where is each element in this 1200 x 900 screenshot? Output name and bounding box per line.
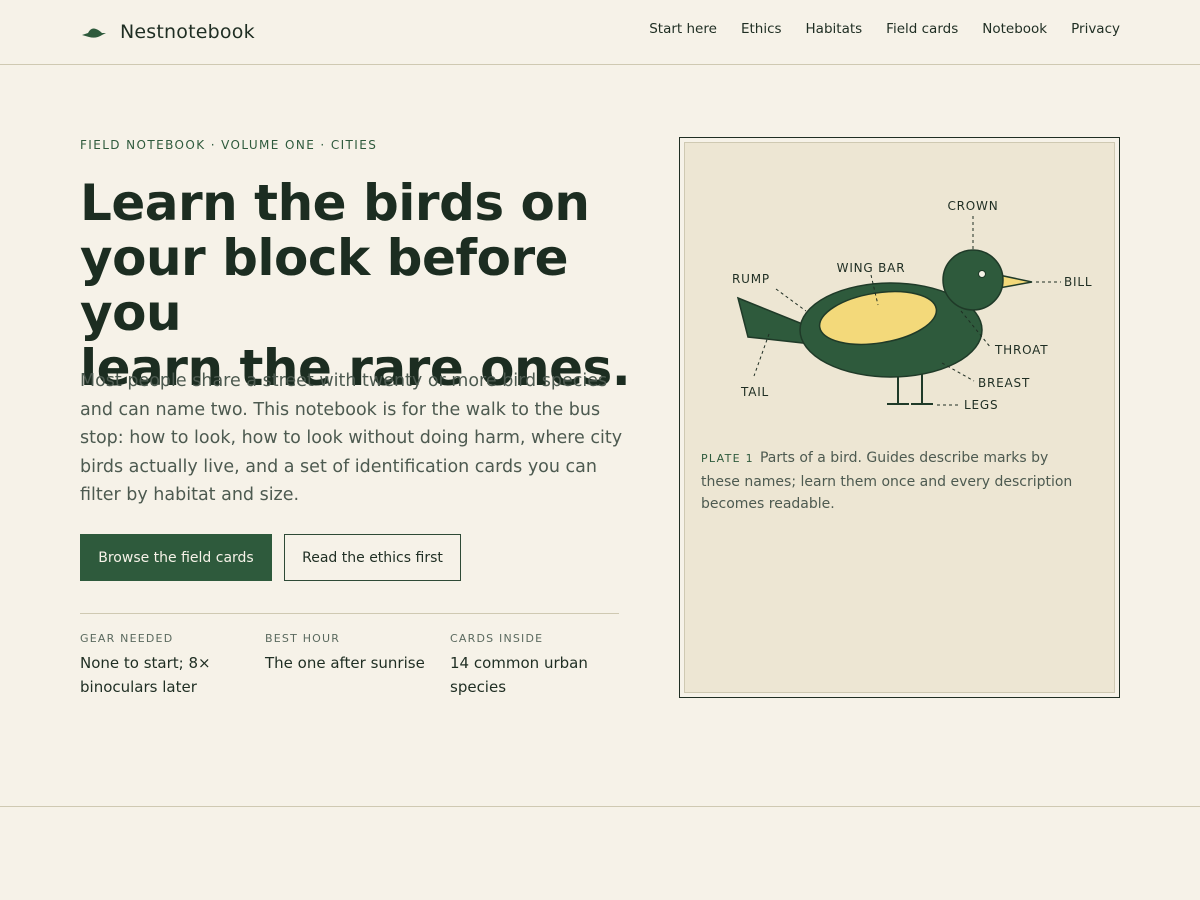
nav-item-habitats[interactable]: Habitats <box>806 21 863 37</box>
read-ethics-button[interactable]: Read the ethics first <box>284 534 461 581</box>
site-header: Nestnotebook Start here Ethics Habitats … <box>0 0 1200 65</box>
stat-label: CARDS INSIDE <box>450 632 544 645</box>
stat-value: 14 common urban species <box>450 654 588 696</box>
label-rump: RUMP <box>732 272 770 286</box>
footer-divider <box>0 806 1200 807</box>
nav-item-privacy[interactable]: Privacy <box>1071 21 1120 37</box>
plate-panel: CROWN WING BAR RUMP BILL THROAT BREAST L… <box>684 142 1115 693</box>
brand-logo[interactable]: Nestnotebook <box>80 19 255 45</box>
label-bill: BILL <box>1064 275 1092 289</box>
stat-best-hour: BEST HOUR The one after sunrise <box>265 632 435 675</box>
plate-caption: PLATE 1 Parts of a bird. Guides describe … <box>701 447 1091 516</box>
nav-item-field-cards[interactable]: Field cards <box>886 21 958 37</box>
label-breast: BREAST <box>978 376 1030 390</box>
bird-eye-shape <box>978 270 986 278</box>
stat-gear-needed: GEAR NEEDED None to start; 8× binoculars… <box>80 632 250 699</box>
label-tail: TAIL <box>740 385 769 399</box>
bird-plate: CROWN WING BAR RUMP BILL THROAT BREAST L… <box>679 137 1120 698</box>
plate-number: PLATE 1 <box>701 452 754 465</box>
label-wing-bar: WING BAR <box>837 261 906 275</box>
bird-bill-shape <box>998 274 1033 289</box>
nav-item-ethics[interactable]: Ethics <box>741 21 782 37</box>
label-throat: THROAT <box>994 343 1048 357</box>
label-crown: CROWN <box>947 199 998 213</box>
stat-label: GEAR NEEDED <box>80 632 174 645</box>
stat-cards-inside: CARDS INSIDE 14 common urban species <box>450 632 620 699</box>
headline-line: your block before you <box>80 229 569 342</box>
stat-value: The one after sunrise <box>265 654 425 672</box>
bird-logo-icon <box>82 28 106 38</box>
main-nav: Start here Ethics Habitats Field cards N… <box>649 21 1120 37</box>
plate-caption-text: Parts of a bird. Guides describe marks b… <box>701 450 1073 512</box>
browse-field-cards-button[interactable]: Browse the field cards <box>80 534 272 581</box>
lead-paragraph: Most people share a street with twenty o… <box>80 371 623 505</box>
eyebrow-text: FIELD NOTEBOOK · VOLUME ONE · CITIES <box>80 138 378 152</box>
bird-diagram: CROWN WING BAR RUMP BILL THROAT BREAST L… <box>732 199 1092 412</box>
bird-tail-shape <box>736 296 806 344</box>
nav-item-start-here[interactable]: Start here <box>649 21 717 37</box>
stat-value: None to start; 8× binoculars later <box>80 654 211 696</box>
label-legs: LEGS <box>964 398 998 412</box>
nav-item-notebook[interactable]: Notebook <box>982 21 1047 37</box>
brand-name: Nestnotebook <box>120 21 255 43</box>
stat-label: BEST HOUR <box>265 632 341 645</box>
divider <box>80 613 619 614</box>
headline-line: Learn the birds on <box>80 174 590 232</box>
bird-head-shape <box>942 249 1004 311</box>
page-title: Learn the birds on your block before you… <box>80 176 640 396</box>
